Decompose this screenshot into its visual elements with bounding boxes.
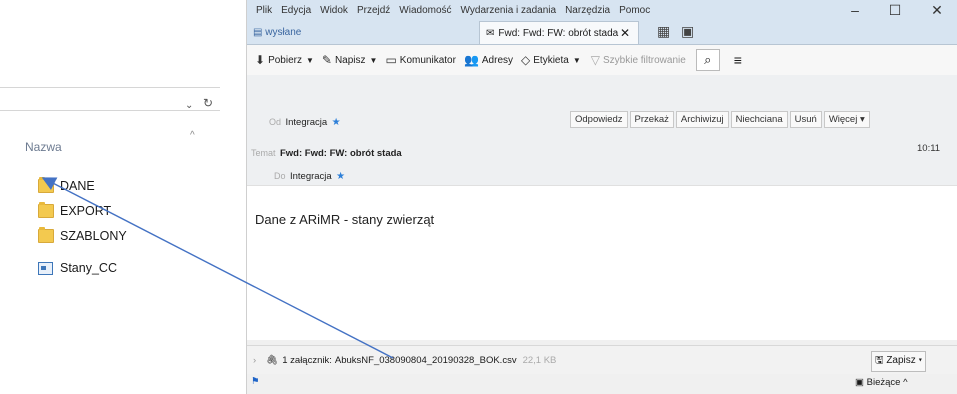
annotation-arrow: [41, 177, 394, 359]
arrow-line: [41, 177, 394, 359]
